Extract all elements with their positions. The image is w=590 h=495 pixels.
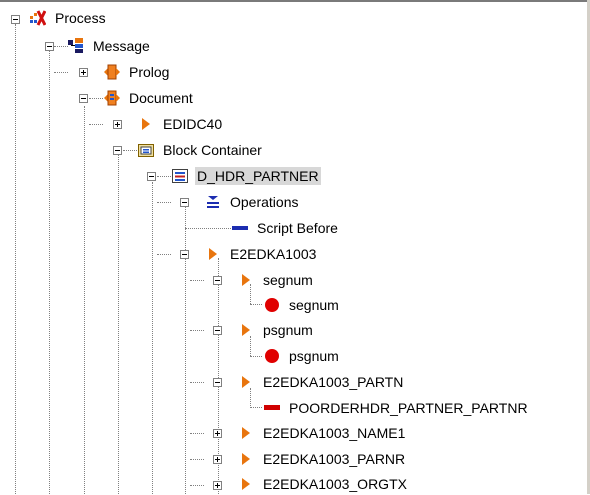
expand-toggle[interactable] <box>213 481 222 490</box>
tree-node-document[interactable]: Document <box>104 87 195 109</box>
node-label: psgnum <box>289 348 339 364</box>
tree-node-e2edka1003[interactable]: E2EDKA1003 <box>205 243 318 265</box>
field-icon <box>264 348 280 364</box>
node-label: psgnum <box>263 322 313 338</box>
tree-guide-line <box>84 106 85 494</box>
tree-node-segnum-field[interactable]: segnum <box>264 294 341 316</box>
tree-connector <box>123 150 137 151</box>
expand-toggle[interactable] <box>213 429 222 438</box>
tree-guide-line <box>118 154 119 494</box>
tree-guide-line <box>185 258 186 494</box>
segment-icon <box>138 116 154 132</box>
tree-connector <box>190 459 204 460</box>
expand-toggle[interactable] <box>113 120 122 129</box>
node-label: Document <box>129 90 193 106</box>
expand-toggle[interactable] <box>213 455 222 464</box>
node-label: Block Container <box>163 142 262 158</box>
tree-node-block-container[interactable]: Block Container <box>138 139 264 161</box>
node-label: segnum <box>289 297 339 313</box>
tree-node-segnum-segment[interactable]: segnum <box>238 269 315 291</box>
tree-connector <box>250 304 262 305</box>
tree-connector <box>250 356 262 357</box>
segment-icon <box>238 425 254 441</box>
tree-connector <box>54 46 68 47</box>
tree-connector <box>190 280 204 281</box>
tree-connector <box>190 382 204 383</box>
segment-icon <box>238 374 254 390</box>
tree-node-operations[interactable]: Operations <box>205 191 300 213</box>
tree-node-process[interactable]: Process <box>30 7 108 29</box>
tree-connector <box>54 72 68 73</box>
collapse-toggle[interactable] <box>45 42 54 51</box>
node-label: E2EDKA1003_PARNR <box>263 451 406 467</box>
collapse-toggle[interactable] <box>113 146 122 155</box>
collapse-toggle[interactable] <box>180 250 189 259</box>
tree-node-prolog[interactable]: Prolog <box>104 61 171 83</box>
tree-guide-line <box>152 182 153 494</box>
tree-node-e2edka1003-partn[interactable]: E2EDKA1003_PARTN <box>238 371 405 393</box>
tree-connector <box>190 485 204 486</box>
tree-connector <box>185 228 231 229</box>
collapse-toggle[interactable] <box>213 276 222 285</box>
collapse-toggle[interactable] <box>79 94 88 103</box>
node-label: E2EDKA1003_ORGTX <box>263 476 407 492</box>
segment-icon <box>238 451 254 467</box>
tree-connector <box>190 433 204 434</box>
tree-node-psgnum-field[interactable]: psgnum <box>264 345 341 367</box>
collapse-toggle[interactable] <box>11 15 20 24</box>
expand-toggle[interactable] <box>79 68 88 77</box>
tree-node-message[interactable]: Message <box>68 35 152 57</box>
script-icon <box>232 220 248 236</box>
field-icon <box>264 297 280 313</box>
mapped-field-icon <box>264 400 280 416</box>
node-label: E2EDKA1003_NAME1 <box>263 425 406 441</box>
node-label: EDIDC40 <box>163 116 223 132</box>
tree-connector <box>89 124 103 125</box>
node-label: Operations <box>230 194 299 210</box>
message-icon <box>68 38 84 54</box>
tree-node-e2edka1003-parnr[interactable]: E2EDKA1003_PARNR <box>238 448 407 470</box>
prolog-icon <box>104 64 120 80</box>
block-icon <box>172 168 188 184</box>
tree-connector <box>89 98 103 99</box>
node-label: Process <box>55 10 106 26</box>
segment-icon <box>238 322 254 338</box>
tree-node-e2edka1003-orgtx[interactable]: E2EDKA1003_ORGTX <box>238 473 409 495</box>
block-container-icon <box>138 142 154 158</box>
tree-connector <box>157 202 171 203</box>
node-label: POORDERHDR_PARTNER_PARTNR <box>289 400 528 416</box>
tree-node-script-before[interactable]: Script Before <box>232 217 340 239</box>
tree-guide-line <box>15 24 16 494</box>
collapse-toggle[interactable] <box>180 198 189 207</box>
collapse-toggle[interactable] <box>147 172 156 181</box>
collapse-toggle[interactable] <box>213 378 222 387</box>
operations-icon <box>205 194 221 210</box>
node-label: D_HDR_PARTNER <box>195 167 321 185</box>
tree-node-psgnum-segment[interactable]: psgnum <box>238 319 315 341</box>
tree-node-d-hdr-partner[interactable]: D_HDR_PARTNER <box>172 165 321 187</box>
tree-connector <box>157 254 171 255</box>
node-label: Prolog <box>129 64 170 80</box>
tree-guide-line <box>49 50 50 494</box>
node-label: Message <box>93 38 150 54</box>
process-tree[interactable]: Process Message Prolog Document EDIDC40 … <box>0 0 590 494</box>
document-icon <box>104 90 120 106</box>
tree-guide-line <box>185 206 186 254</box>
node-label: E2EDKA1003_PARTN <box>263 374 404 390</box>
tree-node-edidc40[interactable]: EDIDC40 <box>138 113 224 135</box>
collapse-toggle[interactable] <box>213 326 222 335</box>
segment-icon <box>238 476 254 492</box>
tree-connector <box>190 330 204 331</box>
tree-connector <box>250 407 262 408</box>
tree-node-e2edka1003-name1[interactable]: E2EDKA1003_NAME1 <box>238 422 407 444</box>
node-label: segnum <box>263 272 313 288</box>
node-label: E2EDKA1003 <box>230 246 317 262</box>
process-icon <box>30 10 47 26</box>
tree-connector <box>157 176 171 177</box>
node-label: Script Before <box>257 220 338 236</box>
segment-icon <box>205 246 221 262</box>
segment-icon <box>238 272 254 288</box>
tree-node-poorderhdr-partner-partnr[interactable]: POORDERHDR_PARTNER_PARTNR <box>264 397 530 419</box>
